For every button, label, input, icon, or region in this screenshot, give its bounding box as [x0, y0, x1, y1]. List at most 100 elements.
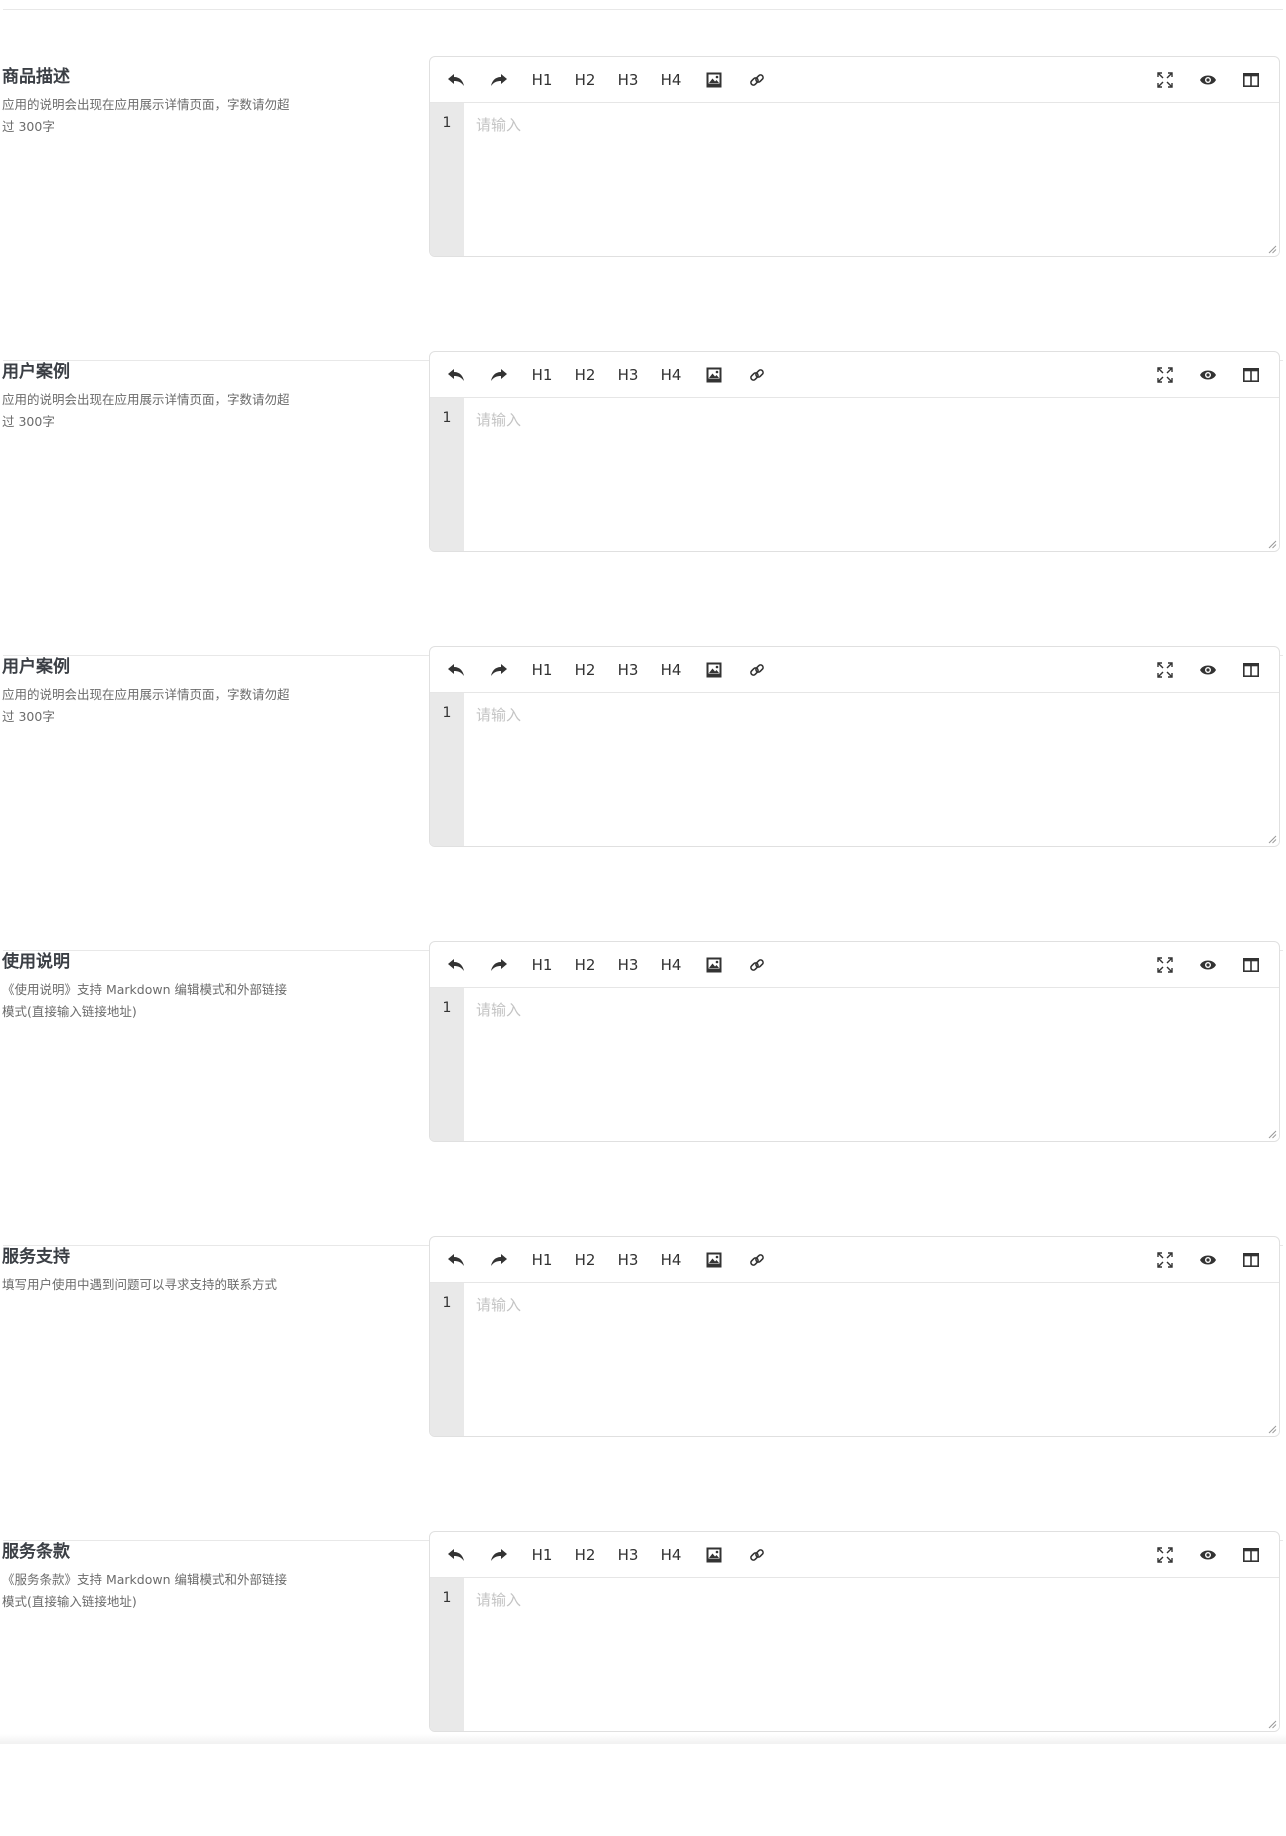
line-gutter: 1 — [430, 103, 464, 256]
image-button[interactable] — [694, 1237, 734, 1283]
heading-4-button[interactable]: H4 — [651, 352, 691, 398]
heading-3-button[interactable]: H3 — [608, 942, 648, 988]
markdown-input[interactable] — [464, 398, 1279, 551]
split-view-button[interactable] — [1231, 942, 1271, 988]
image-button[interactable] — [694, 1532, 734, 1578]
resize-handle-icon[interactable] — [1267, 539, 1277, 549]
fullscreen-button[interactable] — [1145, 1237, 1185, 1283]
heading-3-button[interactable]: H3 — [608, 352, 648, 398]
heading-1-button[interactable]: H1 — [522, 647, 562, 693]
preview-button[interactable] — [1188, 942, 1228, 988]
heading-1-button[interactable]: H1 — [522, 352, 562, 398]
image-button[interactable] — [694, 942, 734, 988]
section-title: 使用说明 — [2, 952, 70, 972]
heading-1-button[interactable]: H1 — [522, 1237, 562, 1283]
markdown-editor: H1 H2 H3 H4 1 — [429, 646, 1280, 847]
heading-1-button[interactable]: H1 — [522, 942, 562, 988]
preview-button[interactable] — [1188, 352, 1228, 398]
undo-button[interactable] — [436, 57, 476, 103]
redo-icon — [490, 663, 508, 677]
redo-icon — [490, 1253, 508, 1267]
link-icon — [749, 72, 765, 88]
redo-button[interactable] — [479, 647, 519, 693]
link-button[interactable] — [737, 942, 777, 988]
image-button[interactable] — [694, 352, 734, 398]
section-label: 用户案例 应用的说明会出现在应用展示详情页面，字数请勿超过 300字 — [2, 656, 302, 728]
heading-4-button[interactable]: H4 — [651, 1532, 691, 1578]
redo-button[interactable] — [479, 1237, 519, 1283]
editor-body: 1 — [430, 1578, 1279, 1731]
image-icon — [706, 957, 722, 973]
markdown-input[interactable] — [464, 103, 1279, 256]
heading-3-button[interactable]: H3 — [608, 57, 648, 103]
fullscreen-button[interactable] — [1145, 647, 1185, 693]
redo-button[interactable] — [479, 57, 519, 103]
image-button[interactable] — [694, 57, 734, 103]
heading-2-button[interactable]: H2 — [565, 1237, 605, 1283]
heading-1-button[interactable]: H1 — [522, 1532, 562, 1578]
section-user-cases: 用户案例 应用的说明会出现在应用展示详情页面，字数请勿超过 300字 H1 H2… — [0, 351, 1286, 656]
heading-2-button[interactable]: H2 — [565, 352, 605, 398]
link-icon — [749, 367, 765, 383]
link-button[interactable] — [737, 647, 777, 693]
split-view-button[interactable] — [1231, 1237, 1271, 1283]
heading-4-button[interactable]: H4 — [651, 1237, 691, 1283]
section-description: 应用的说明会出现在应用展示详情页面，字数请勿超过 300字 — [2, 97, 290, 134]
undo-button[interactable] — [436, 647, 476, 693]
link-button[interactable] — [737, 1532, 777, 1578]
image-button[interactable] — [694, 647, 734, 693]
heading-4-button[interactable]: H4 — [651, 942, 691, 988]
preview-button[interactable] — [1188, 1237, 1228, 1283]
split-view-button[interactable] — [1231, 1532, 1271, 1578]
heading-3-button[interactable]: H3 — [608, 1532, 648, 1578]
heading-3-button[interactable]: H3 — [608, 647, 648, 693]
heading-3-button[interactable]: H3 — [608, 1237, 648, 1283]
split-view-button[interactable] — [1231, 57, 1271, 103]
fullscreen-button[interactable] — [1145, 352, 1185, 398]
heading-2-button[interactable]: H2 — [565, 942, 605, 988]
split-view-button[interactable] — [1231, 352, 1271, 398]
preview-button[interactable] — [1188, 647, 1228, 693]
undo-button[interactable] — [436, 1532, 476, 1578]
link-button[interactable] — [737, 57, 777, 103]
undo-button[interactable] — [436, 352, 476, 398]
heading-4-button[interactable]: H4 — [651, 647, 691, 693]
heading-2-button[interactable]: H2 — [565, 57, 605, 103]
split-view-icon — [1243, 368, 1259, 382]
redo-button[interactable] — [479, 352, 519, 398]
preview-button[interactable] — [1188, 57, 1228, 103]
markdown-input[interactable] — [464, 988, 1279, 1141]
link-button[interactable] — [737, 352, 777, 398]
markdown-input[interactable] — [464, 1578, 1279, 1731]
fullscreen-button[interactable] — [1145, 942, 1185, 988]
link-icon — [749, 1547, 765, 1563]
editor-body: 1 — [430, 103, 1279, 256]
fullscreen-button[interactable] — [1145, 57, 1185, 103]
resize-handle-icon[interactable] — [1267, 1129, 1277, 1139]
heading-2-button[interactable]: H2 — [565, 1532, 605, 1578]
undo-button[interactable] — [436, 942, 476, 988]
resize-handle-icon[interactable] — [1267, 1424, 1277, 1434]
fullscreen-button[interactable] — [1145, 1532, 1185, 1578]
preview-button[interactable] — [1188, 1532, 1228, 1578]
resize-handle-icon[interactable] — [1267, 244, 1277, 254]
link-icon — [749, 662, 765, 678]
split-view-button[interactable] — [1231, 647, 1271, 693]
resize-handle-icon[interactable] — [1267, 1719, 1277, 1729]
section-user-cases-2: 用户案例 应用的说明会出现在应用展示详情页面，字数请勿超过 300字 H1 H2… — [0, 646, 1286, 951]
redo-icon — [490, 73, 508, 87]
link-button[interactable] — [737, 1237, 777, 1283]
split-view-icon — [1243, 73, 1259, 87]
markdown-input[interactable] — [464, 693, 1279, 846]
redo-button[interactable] — [479, 1532, 519, 1578]
resize-handle-icon[interactable] — [1267, 834, 1277, 844]
section-title: 服务支持 — [2, 1247, 70, 1267]
markdown-input[interactable] — [464, 1283, 1279, 1436]
heading-2-button[interactable]: H2 — [565, 647, 605, 693]
undo-button[interactable] — [436, 1237, 476, 1283]
heading-4-button[interactable]: H4 — [651, 57, 691, 103]
editor-toolbar: H1 H2 H3 H4 — [430, 942, 1279, 988]
editor-toolbar: H1 H2 H3 H4 — [430, 352, 1279, 398]
heading-1-button[interactable]: H1 — [522, 57, 562, 103]
redo-button[interactable] — [479, 942, 519, 988]
